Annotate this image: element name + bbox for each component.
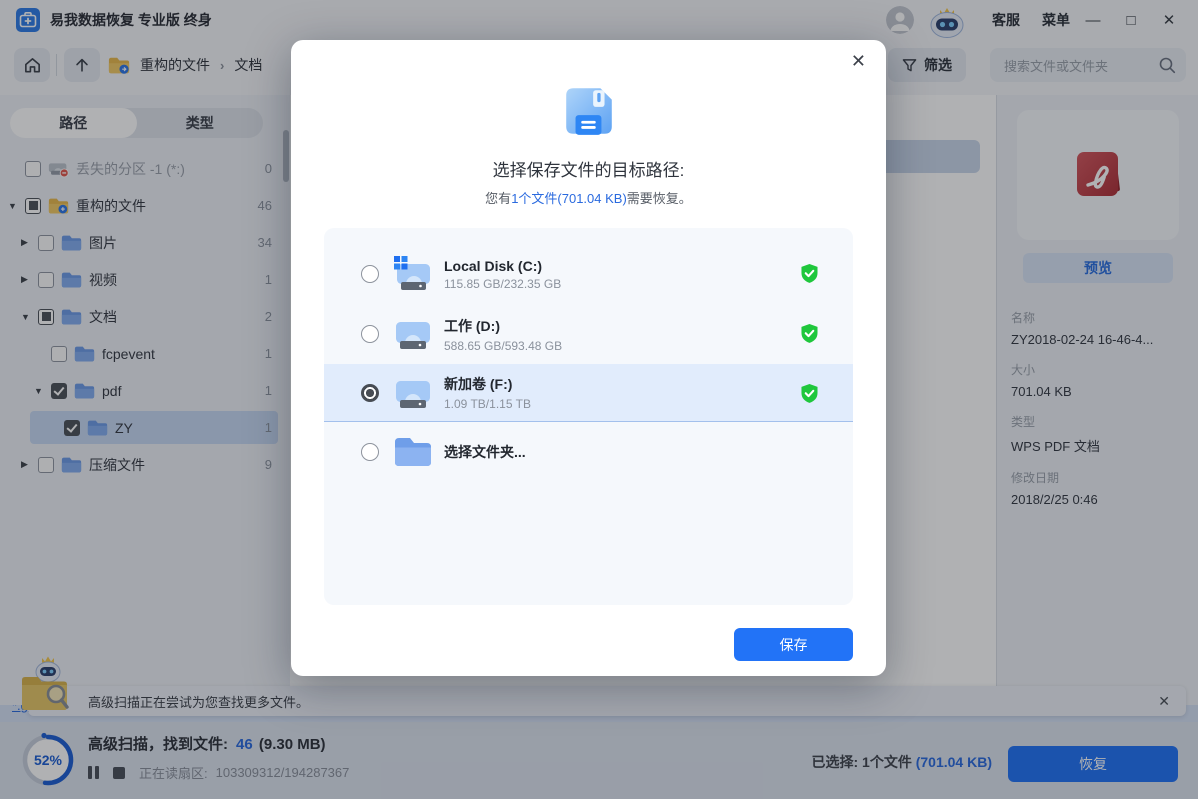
destination-option[interactable]: 工作 (D:) 588.65 GB/593.48 GB [324, 304, 853, 364]
folder-big-icon [393, 434, 433, 470]
destination-capacity: 1.09 TB/1.15 TB [444, 397, 531, 411]
destination-radio[interactable] [361, 265, 379, 283]
destination-info: Local Disk (C:) 115.85 GB/232.35 GB [444, 258, 561, 291]
disk-icon [393, 316, 433, 352]
save-button[interactable]: 保存 [734, 628, 853, 661]
subtitle-highlight: 1个文件(701.04 KB) [511, 191, 627, 206]
destination-radio[interactable] [361, 443, 379, 461]
dialog-title: 选择保存文件的目标路径: [291, 156, 886, 181]
destination-option[interactable]: 选择文件夹... [324, 422, 853, 482]
destination-info: 新加卷 (F:) 1.09 TB/1.15 TB [444, 374, 531, 411]
disk-icon [393, 375, 433, 411]
system-disk-icon [393, 256, 433, 292]
destination-name: 选择文件夹... [444, 442, 526, 462]
subtitle-prefix: 您有 [485, 191, 511, 206]
dialog-subtitle: 您有1个文件(701.04 KB)需要恢复。 [291, 188, 886, 207]
destination-option[interactable]: 新加卷 (F:) 1.09 TB/1.15 TB [324, 364, 853, 422]
destination-radio[interactable] [361, 325, 379, 343]
shield-check-icon [801, 384, 818, 403]
save-path-dialog: ✕ 选择保存文件的目标路径: 您有1个文件(701.04 KB)需要恢复。 Lo… [291, 40, 886, 676]
destination-list: Local Disk (C:) 115.85 GB/232.35 GB 工作 (D:… [324, 228, 853, 605]
save-illustration [291, 82, 886, 140]
destination-name: 工作 (D:) [444, 316, 562, 336]
destination-info: 选择文件夹... [444, 442, 526, 462]
subtitle-suffix: 需要恢复。 [627, 191, 692, 206]
shield-check-icon [801, 264, 818, 283]
app-window: 易我数据恢复 专业版 终身 客服 菜单 — □ ✕ [0, 0, 1198, 799]
destination-name: Local Disk (C:) [444, 258, 561, 274]
destination-capacity: 588.65 GB/593.48 GB [444, 339, 562, 353]
floppy-disk-icon [560, 82, 618, 140]
destination-option[interactable]: Local Disk (C:) 115.85 GB/232.35 GB [324, 244, 853, 304]
dialog-close-icon[interactable]: ✕ [851, 52, 866, 70]
destination-radio[interactable] [361, 384, 379, 402]
shield-check-icon [801, 324, 818, 343]
destination-info: 工作 (D:) 588.65 GB/593.48 GB [444, 316, 562, 353]
destination-name: 新加卷 (F:) [444, 374, 531, 394]
destination-capacity: 115.85 GB/232.35 GB [444, 277, 561, 291]
